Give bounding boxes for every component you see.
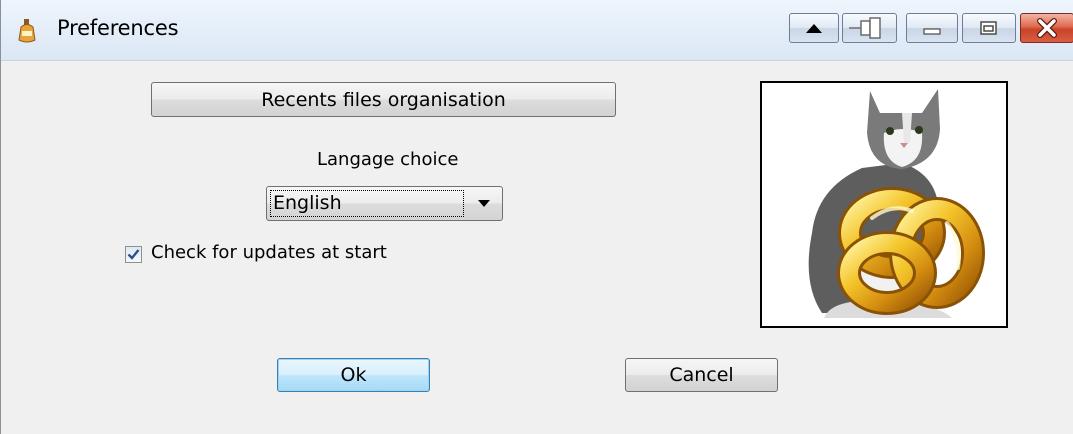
maximize-icon xyxy=(980,21,997,35)
recents-files-organisation-button[interactable]: Recents files organisation xyxy=(151,82,616,117)
roll-up-button[interactable] xyxy=(789,13,839,43)
pin-button[interactable] xyxy=(842,13,897,43)
window-title: Preferences xyxy=(57,16,179,40)
up-arrow-icon xyxy=(806,24,822,33)
dialog-content: Recents files organisation Langage choic… xyxy=(1,61,1073,434)
cancel-button[interactable]: Cancel xyxy=(625,358,778,392)
close-button[interactable] xyxy=(1020,13,1073,43)
app-bottle-icon xyxy=(18,19,36,43)
language-selected-value: English xyxy=(270,190,464,217)
title-bar[interactable]: Preferences xyxy=(1,0,1073,61)
language-choice-label: Langage choice xyxy=(317,149,459,170)
pin-icon xyxy=(849,17,881,39)
checkmark-icon xyxy=(127,249,140,260)
maximize-button[interactable] xyxy=(962,13,1016,43)
close-icon xyxy=(1037,18,1057,38)
minimize-icon xyxy=(923,28,941,35)
check-updates-label[interactable]: Check for updates at start xyxy=(151,242,387,263)
cat-with-golden-knot-logo xyxy=(760,81,1008,328)
chevron-down-icon[interactable] xyxy=(477,198,491,208)
preferences-window: Preferences Recents files organisation L… xyxy=(0,0,1073,434)
cat-with-golden-knot-logo-art xyxy=(808,89,985,318)
check-updates-checkbox[interactable] xyxy=(125,246,142,263)
ok-button[interactable]: Ok xyxy=(277,358,430,392)
minimize-button[interactable] xyxy=(906,13,958,43)
language-select[interactable]: English xyxy=(266,186,503,221)
